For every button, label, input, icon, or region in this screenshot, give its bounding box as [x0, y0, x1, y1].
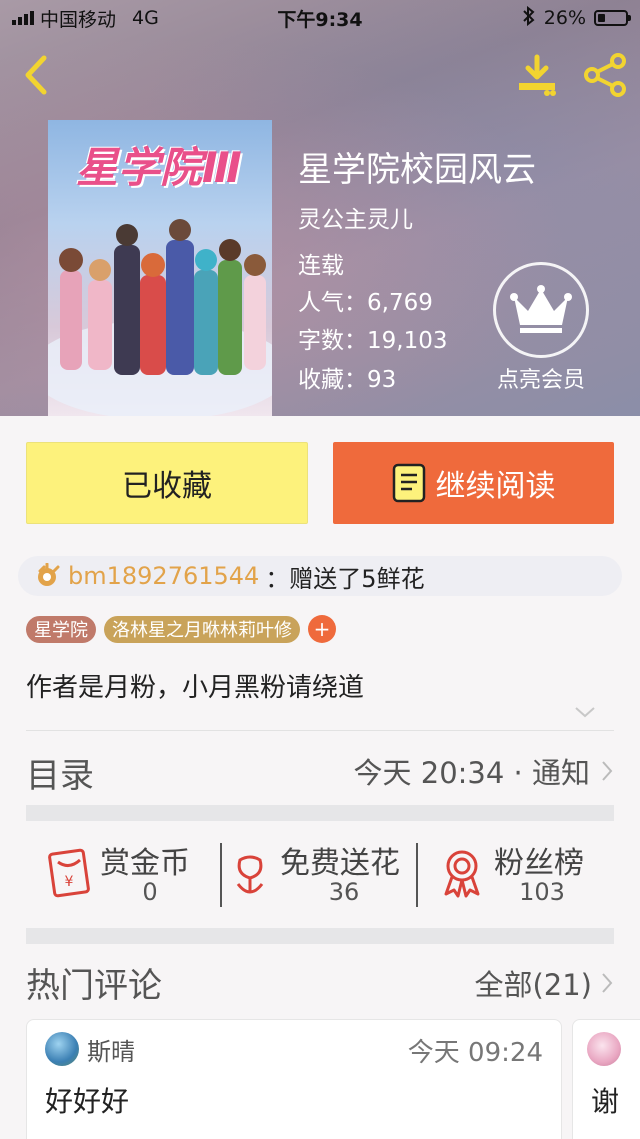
stat-divider	[220, 843, 222, 907]
flower-icon	[236, 855, 264, 894]
chevron-right-icon	[602, 761, 613, 781]
free-flowers-value: 36	[328, 878, 360, 906]
carrier: 中国移动	[40, 8, 117, 31]
vip-button[interactable]: 点亮会员	[489, 262, 593, 394]
stat-divider	[416, 843, 418, 907]
tag-item[interactable]: 洛林星之月咻林莉叶修	[104, 615, 300, 643]
download-icon	[519, 54, 556, 96]
signal-icon	[12, 11, 34, 25]
avatar[interactable]	[587, 1032, 621, 1066]
book-popularity: 人气：6,769	[298, 290, 433, 316]
avatar[interactable]	[45, 1032, 79, 1066]
svg-text:¥: ¥	[65, 874, 74, 890]
flower-gift-icon	[38, 563, 60, 586]
vip-label: 点亮会员	[496, 368, 585, 393]
book-word-count: 字数：19,103	[298, 328, 448, 354]
toc-label[interactable]: 目录	[26, 748, 94, 797]
gift-notice[interactable]: bm1892761544 ：赠送了5鲜花	[18, 556, 622, 596]
fan-ranking-label: 粉丝榜	[494, 846, 584, 881]
tag-item[interactable]: 星学院	[26, 615, 96, 643]
battery-icon	[594, 10, 631, 26]
continue-reading-label: 继续阅读	[435, 469, 556, 504]
comment-text: 好好好	[45, 1085, 130, 1118]
gift-message: ：赠送了5鲜花	[265, 564, 425, 593]
comment-text: 谢	[591, 1085, 620, 1118]
hot-comments-title: 热门评论	[26, 966, 162, 1006]
comment-username[interactable]: 斯晴	[87, 1032, 135, 1067]
all-comments-link[interactable]: 全部(21)	[474, 962, 614, 1004]
comment-time: 今天 09:24	[407, 1038, 543, 1068]
back-button[interactable]	[10, 50, 60, 100]
crown-icon	[510, 285, 572, 333]
gift-user[interactable]: bm1892761544	[68, 562, 259, 590]
download-button[interactable]	[512, 50, 562, 100]
book-cover[interactable]: 星学院Ⅲ	[48, 120, 272, 416]
comment-card[interactable]: 斯晴 今天 09:24 好好好	[26, 1019, 562, 1139]
share-button[interactable]	[580, 50, 630, 100]
network-type: 4G	[132, 7, 159, 29]
expand-intro-button[interactable]	[574, 704, 596, 723]
reward-coins-label: 赏金币	[100, 846, 190, 881]
tag-list: 星学院 洛林星之月咻林莉叶修 +	[26, 615, 336, 643]
book-intro: 作者是月粉，小月黑粉请绕道	[26, 673, 365, 703]
book-header: 中国移动 4G 下午9:34 26% 星学院Ⅲ 星学院校园风云 灵公主灵儿 连载…	[0, 0, 640, 416]
section-separator	[26, 805, 614, 821]
section-separator	[26, 928, 614, 944]
status-bar: 中国移动 4G 下午9:34 26%	[0, 0, 640, 36]
chevron-left-icon	[25, 55, 47, 95]
fan-ranking-value: 103	[519, 878, 565, 906]
book-status: 连载	[298, 253, 344, 279]
share-icon	[584, 53, 626, 97]
bluetooth-icon	[522, 5, 536, 31]
reward-coins[interactable]: ¥ 赏金币 0	[46, 838, 216, 910]
medal-icon	[444, 850, 480, 898]
toc-update-info[interactable]: 今天 20:34 · 通知	[354, 750, 614, 792]
divider	[26, 730, 614, 731]
free-flowers[interactable]: 免费送花 36	[230, 838, 410, 910]
cover-logo: 星学院Ⅲ	[76, 143, 242, 192]
fan-ranking[interactable]: 粉丝榜 103	[440, 838, 620, 910]
reward-coins-value: 0	[142, 878, 158, 906]
red-envelope-icon: ¥	[48, 848, 90, 898]
favorited-button[interactable]: 已收藏	[26, 442, 308, 524]
battery-percent: 26%	[543, 7, 586, 29]
book-title: 星学院校园风云	[298, 150, 536, 190]
book-author[interactable]: 灵公主灵儿	[298, 200, 413, 234]
book-icon	[392, 463, 425, 503]
add-tag-button[interactable]: +	[308, 615, 336, 643]
toc-update-text: 今天 20:34 · 通知	[353, 756, 590, 790]
chevron-right-icon	[602, 973, 613, 993]
free-flowers-label: 免费送花	[280, 846, 400, 881]
all-comments-label: 全部(21)	[474, 968, 592, 1002]
comment-card[interactable]: 谢	[572, 1019, 640, 1139]
continue-reading-button[interactable]: 继续阅读	[333, 442, 614, 524]
book-favorite-count: 收藏：93	[298, 367, 397, 393]
chevron-down-icon	[575, 707, 595, 718]
favorited-label: 已收藏	[122, 469, 212, 504]
